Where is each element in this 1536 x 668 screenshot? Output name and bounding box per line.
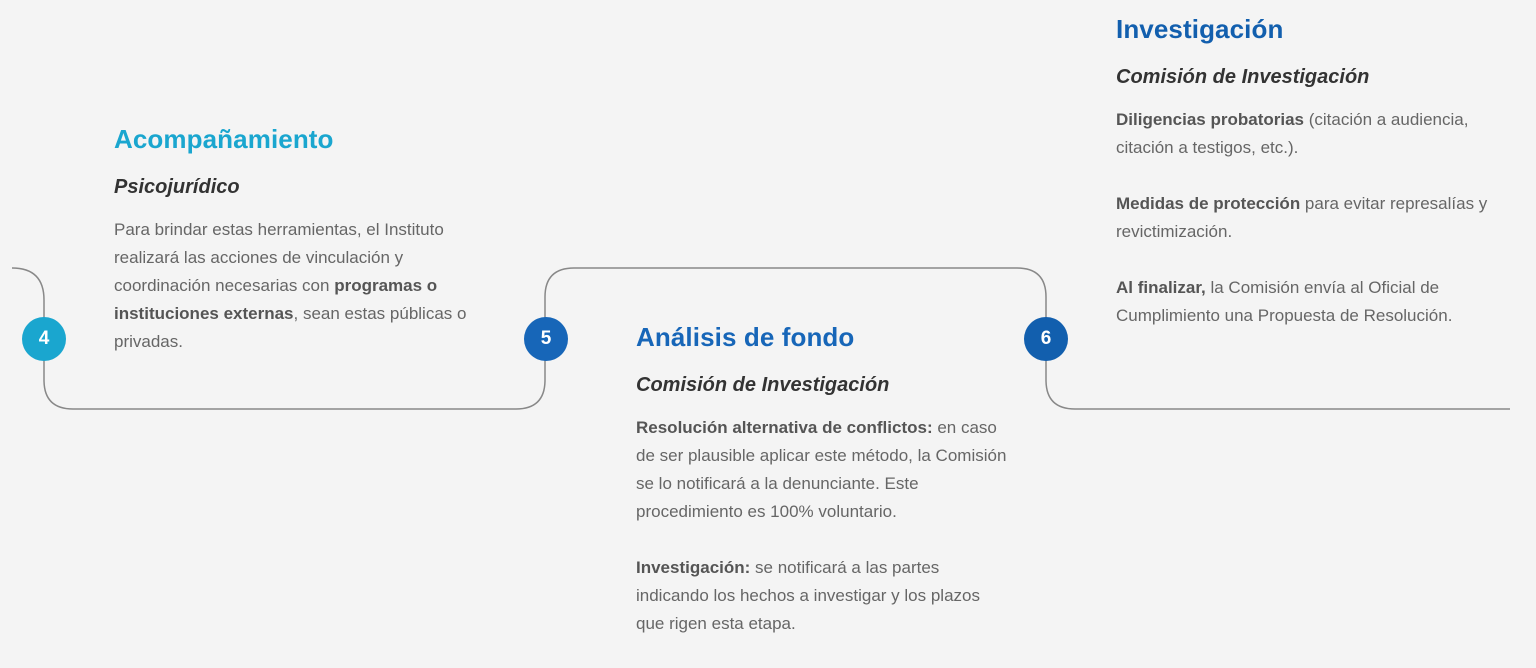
step-4-content: Acompañamiento Psicojurídico Para brinda… — [114, 124, 494, 356]
step-4-paragraph: Para brindar estas herramientas, el Inst… — [114, 216, 494, 356]
step-5-content: Análisis de fondo Comisión de Investigac… — [636, 322, 1011, 638]
step-6-content: Investigación Comisión de Investigación … — [1116, 14, 1491, 330]
step-6-paragraph-2: Medidas de protección para evitar repres… — [1116, 190, 1491, 246]
step-6-number: 6 — [1040, 328, 1052, 349]
step-6-body: Diligencias probatorias (citación a audi… — [1116, 106, 1491, 330]
step-6-paragraph-3: Al finalizar, la Comisión envía al Ofici… — [1116, 274, 1491, 330]
step-6-p1-bold: Diligencias probatorias — [1116, 110, 1304, 129]
step-5-paragraph-2: Investigación: se notificará a las parte… — [636, 554, 1011, 638]
step-4-title: Acompañamiento — [114, 124, 334, 154]
step-6-p2-bold: Medidas de protección — [1116, 194, 1301, 213]
step-5-p1-bold: Resolución alternativa de conflictos: — [636, 418, 933, 437]
step-5-p2-bold: Investigación: — [636, 558, 751, 577]
step-5-number: 5 — [540, 328, 552, 349]
step-5-title: Análisis de fondo — [636, 322, 855, 352]
step-6-p3-bold: Al finalizar, — [1116, 278, 1206, 297]
step-6-paragraph-1: Diligencias probatorias (citación a audi… — [1116, 106, 1491, 162]
step-6-number-badge: 6 — [1024, 317, 1068, 361]
step-5-body: Resolución alternativa de conflictos: en… — [636, 414, 1011, 638]
step-5-paragraph-1: Resolución alternativa de conflictos: en… — [636, 414, 1011, 526]
step-6-title: Investigación — [1116, 14, 1284, 44]
step-4-number: 4 — [38, 328, 50, 349]
step-4-number-badge: 4 — [22, 317, 66, 361]
step-4-body: Para brindar estas herramientas, el Inst… — [114, 216, 494, 356]
step-6-subtitle: Comisión de Investigación — [1116, 66, 1370, 88]
step-5-subtitle: Comisión de Investigación — [636, 374, 890, 396]
step-4-subtitle: Psicojurídico — [114, 176, 240, 198]
step-5-number-badge: 5 — [524, 317, 568, 361]
